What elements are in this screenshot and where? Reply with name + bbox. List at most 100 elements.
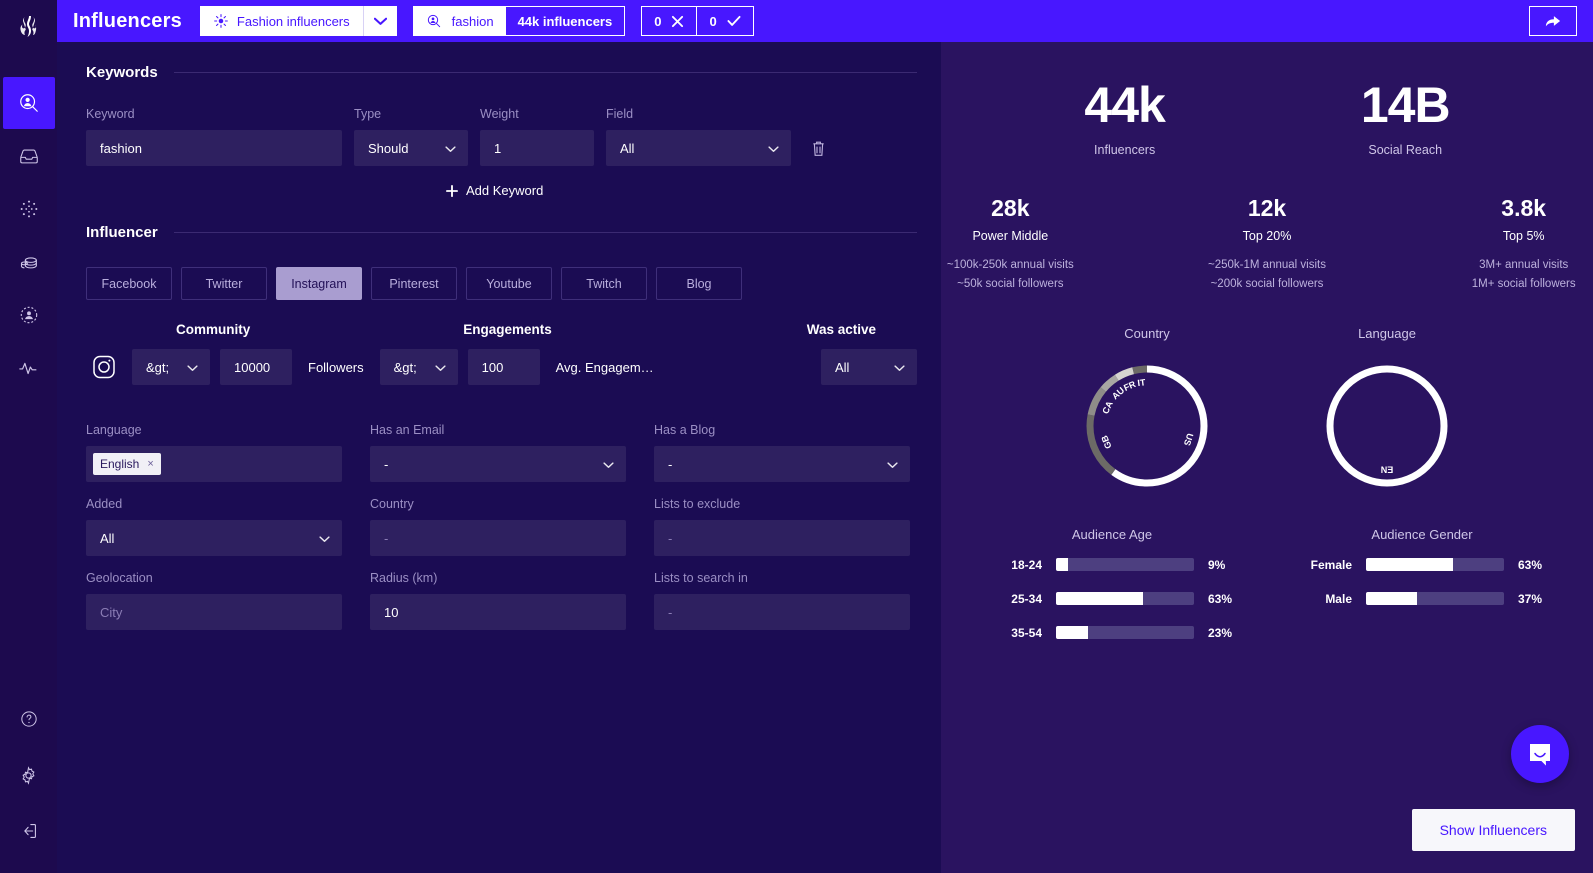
chat-launcher-button[interactable] xyxy=(1511,725,1569,783)
top-header: Influencers Fashion influencers fashion … xyxy=(57,0,1593,42)
tier-top-20: 12k Top 20% ~250k-1M annual visits ~200k… xyxy=(1198,195,1337,294)
has-blog-select[interactable]: - xyxy=(654,446,910,482)
network-tab-pinterest[interactable]: Pinterest xyxy=(371,267,457,300)
app-logo[interactable] xyxy=(0,0,57,57)
coins-stack-icon xyxy=(20,257,37,269)
country-input[interactable]: - xyxy=(370,520,626,556)
country-donut-chart: Country US GB CA AU FR IT xyxy=(1072,326,1222,501)
language-tag[interactable]: English × xyxy=(93,453,161,475)
tier-stats: 28k Power Middle ~100k-250k annual visit… xyxy=(941,195,1593,294)
page-title: Influencers xyxy=(73,9,182,32)
sidebar-item-network[interactable] xyxy=(3,183,55,235)
stat-influencers-value: 44k xyxy=(1084,77,1165,133)
donut-segment-label: US xyxy=(1182,432,1195,447)
chevron-down-icon xyxy=(445,141,456,156)
network-tab-youtube[interactable]: Youtube xyxy=(466,267,552,300)
segment-dropdown-button[interactable] xyxy=(362,6,397,36)
search-result-count[interactable]: 44k influencers xyxy=(505,7,625,35)
language-input[interactable]: English × xyxy=(86,446,342,482)
sidebar-item-settings[interactable] xyxy=(3,749,55,801)
tier-detail-line: ~250k-1M annual visits xyxy=(1208,259,1326,271)
bar-track xyxy=(1056,626,1194,640)
type-select[interactable]: Should xyxy=(354,130,468,166)
audience-gender-bars: Female 63% Male 37% xyxy=(1296,558,1548,606)
chevron-down-icon xyxy=(768,141,779,156)
approved-counter[interactable]: 0 xyxy=(696,7,752,35)
close-icon[interactable]: × xyxy=(147,458,153,470)
audience-gender-chart: Audience Gender Female 63% Male 37% xyxy=(1296,527,1548,660)
community-value-input[interactable]: 10000 xyxy=(220,349,292,385)
header-actions xyxy=(1529,6,1577,36)
audience-age-bars: 18-24 9% 25-34 63% 35-54 23% xyxy=(986,558,1238,640)
bar-fill xyxy=(1056,592,1143,606)
plus-icon xyxy=(446,184,458,197)
engagement-value-input[interactable]: 100 xyxy=(467,349,540,385)
chevron-down-icon xyxy=(603,457,614,472)
segment-pill[interactable]: Fashion influencers xyxy=(199,6,363,36)
sidebar-item-search[interactable] xyxy=(2,77,55,129)
network-tab-instagram[interactable]: Instagram xyxy=(276,267,362,300)
geolocation-input[interactable]: City xyxy=(86,594,342,630)
has-email-label: Has an Email xyxy=(370,423,445,437)
sidebar-item-help[interactable] xyxy=(3,693,55,745)
person-search-icon-svg xyxy=(427,14,440,28)
engagement-operator-select[interactable]: &gt; xyxy=(379,349,458,385)
sidebar-item-inbox[interactable] xyxy=(3,130,55,182)
bar-category-label: 18-24 xyxy=(1011,557,1042,572)
network-tab-twitter[interactable]: Twitter xyxy=(181,267,267,300)
has-blog-value: - xyxy=(668,456,673,472)
bar-track xyxy=(1366,558,1504,572)
language-donut-svg: EN xyxy=(1326,365,1448,487)
pulse-icon xyxy=(18,362,36,375)
bar-value-label: 23% xyxy=(1208,625,1233,640)
donut-segment-label: CA xyxy=(1100,399,1115,415)
sidebar-item-coins[interactable] xyxy=(3,236,55,288)
sidebar-item-audience[interactable] xyxy=(3,289,55,341)
network-tab-blog[interactable]: Blog xyxy=(656,267,742,300)
weight-input[interactable]: 1 xyxy=(480,130,594,166)
bar-fill xyxy=(1056,626,1088,640)
has-email-value: - xyxy=(384,456,389,472)
has-email-select[interactable]: - xyxy=(370,446,626,482)
language-donut-title: Language xyxy=(1358,325,1416,341)
field-select-value: All xyxy=(620,140,635,156)
radius-input[interactable]: 10 xyxy=(370,594,626,630)
bar-category-label: 35-54 xyxy=(1011,625,1042,640)
network-tab-facebook[interactable]: Facebook xyxy=(86,267,172,300)
trash-icon xyxy=(812,141,824,156)
share-button[interactable] xyxy=(1529,6,1577,36)
tier-detail-line: 3M+ annual visits xyxy=(1479,259,1569,271)
add-keyword-button[interactable]: Add Keyword xyxy=(446,183,543,198)
rejected-counter[interactable]: 0 xyxy=(642,7,696,35)
added-select[interactable]: All xyxy=(86,520,342,556)
keyword-row: Keyword fashion Type Should Weight 1 Fie… xyxy=(86,107,917,166)
section-divider xyxy=(173,72,917,73)
field-select[interactable]: All xyxy=(606,130,791,166)
influencer-section-header: Influencer xyxy=(86,224,917,241)
bar-value-label: 37% xyxy=(1518,591,1543,606)
engagement-unit-label: Avg. Engagem… xyxy=(555,359,654,375)
network-tab-twitch[interactable]: Twitch xyxy=(561,267,647,300)
lists-exclude-input[interactable]: - xyxy=(654,520,910,556)
keyword-input[interactable]: fashion xyxy=(86,130,342,166)
filters-panel: Keywords Keyword fashion Type Should Wei… xyxy=(57,42,941,873)
network-tabs: Facebook Twitter Instagram Pinterest You… xyxy=(86,267,917,300)
sidebar-item-activity[interactable] xyxy=(3,342,55,394)
keywords-section-title: Keywords xyxy=(86,64,158,81)
country-field-group: Country - xyxy=(370,497,626,556)
field-label: Field xyxy=(606,107,634,121)
show-influencers-button[interactable]: Show Influencers xyxy=(1411,809,1575,851)
sidebar-item-logout[interactable] xyxy=(3,805,55,857)
conditions-row: &gt; 10000 Followers &gt; 100 Avg. Engag… xyxy=(86,349,917,385)
bar-track xyxy=(1056,592,1194,606)
audience-age-chart: Audience Age 18-24 9% 25-34 63% 35-54 23% xyxy=(986,527,1238,660)
added-label: Added xyxy=(86,497,123,511)
community-operator-select[interactable]: &gt; xyxy=(132,349,210,385)
tier-top-5: 3.8k Top 5% 3M+ annual visits 1M+ social… xyxy=(1454,195,1593,294)
lists-search-input[interactable]: - xyxy=(654,594,910,630)
was-active-select[interactable]: All xyxy=(821,349,917,385)
search-input[interactable]: fashion xyxy=(413,7,506,35)
delete-keyword-button[interactable] xyxy=(803,130,833,166)
segment-selector: Fashion influencers xyxy=(199,6,397,36)
type-field-group: Type Should xyxy=(354,107,468,166)
